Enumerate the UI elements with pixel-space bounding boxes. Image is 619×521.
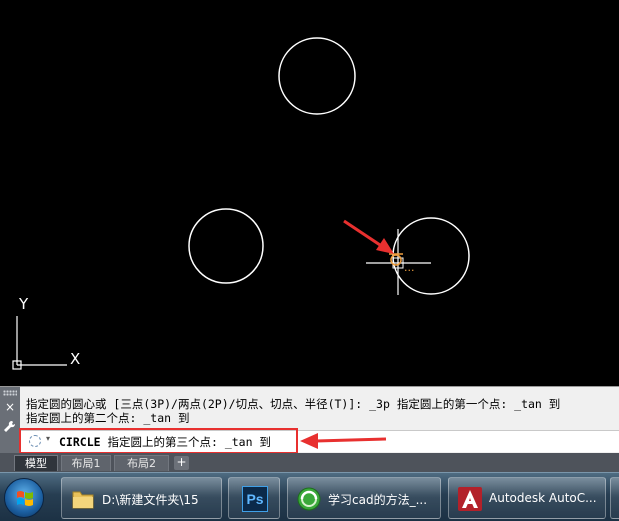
ucs-icon bbox=[12, 316, 67, 370]
tab-model[interactable]: 模型 bbox=[14, 455, 58, 471]
command-line-grip[interactable]: × bbox=[0, 387, 20, 454]
crosshair-cursor bbox=[366, 229, 431, 295]
circle-left[interactable] bbox=[188, 208, 264, 284]
command-history-line: 指定圆的圆心或 [三点(3P)/两点(2P)/切点、切点、半径(T)]: _3p… bbox=[26, 397, 561, 411]
drawing-canvas[interactable]: ... Y X bbox=[0, 0, 619, 386]
taskbar-item-autocad[interactable]: Autodesk AutoC... bbox=[448, 477, 606, 519]
wrench-icon[interactable] bbox=[3, 420, 16, 435]
taskbar-item-overflow[interactable] bbox=[610, 477, 619, 519]
taskbar-item-photoshop[interactable]: Ps bbox=[228, 477, 280, 519]
windows-logo-icon bbox=[17, 491, 33, 506]
ucs-y-label: Y bbox=[18, 295, 29, 313]
photoshop-icon: Ps bbox=[242, 486, 268, 512]
command-history: 指定圆的圆心或 [三点(3P)/两点(2P)/切点、切点、半径(T)]: _3p… bbox=[26, 397, 616, 425]
grip-dots bbox=[3, 390, 17, 396]
taskbar-item-explorer[interactable]: D:\新建文件夹\15 bbox=[61, 477, 222, 519]
annotation-arrow-command bbox=[300, 433, 387, 449]
folder-icon bbox=[72, 491, 94, 509]
taskbar-item-label: D:\新建文件夹\15 bbox=[102, 493, 199, 507]
browser-icon bbox=[297, 487, 321, 511]
layout-tabs-bar: 模型 布局1 布局2 + bbox=[0, 453, 619, 472]
tab-layout1[interactable]: 布局1 bbox=[61, 455, 111, 471]
circle-right[interactable] bbox=[392, 217, 470, 295]
command-history-line: 指定圆上的第二个点: _tan 到 bbox=[26, 411, 190, 425]
canvas-geometry: ... Y X bbox=[12, 37, 470, 370]
command-line-panel: × 指定圆的圆心或 [三点(3P)/两点(2P)/切点、切点、半径(T)]: _… bbox=[0, 386, 619, 454]
taskbar: D:\新建文件夹\15 Ps 学习cad的方法_... Autodesk Aut… bbox=[0, 472, 619, 521]
taskbar-item-browser[interactable]: 学习cad的方法_... bbox=[287, 477, 441, 519]
circle-top[interactable] bbox=[278, 37, 356, 115]
annotation-arrow-canvas bbox=[343, 219, 394, 254]
tab-layout2[interactable]: 布局2 bbox=[114, 455, 169, 471]
close-icon[interactable]: × bbox=[5, 401, 15, 413]
taskbar-item-label: Autodesk AutoC... bbox=[489, 491, 597, 505]
start-button[interactable] bbox=[4, 478, 44, 518]
taskbar-item-label: 学习cad的方法_... bbox=[328, 493, 428, 507]
autocad-icon bbox=[458, 487, 482, 511]
ucs-x-label: X bbox=[70, 350, 80, 368]
annotation-highlight-box bbox=[19, 428, 298, 454]
snap-ellipsis: ... bbox=[404, 261, 415, 274]
add-layout-button[interactable]: + bbox=[174, 456, 189, 470]
